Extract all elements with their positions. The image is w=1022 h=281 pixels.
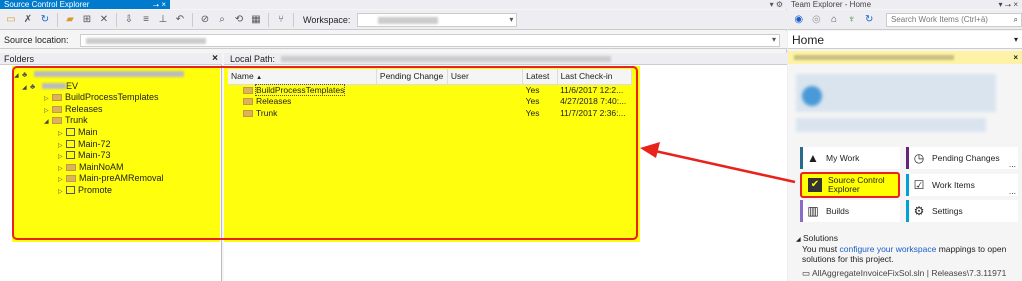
tile-label: Settings (932, 206, 963, 216)
sce-toolbar: ▭ ✗ ↻ ▰ ⊞ ✕ ⇩ ≡ ⊥ ↶ ⊘ ⌕ ⟲ ▦ ⑂ Workspace:… (0, 10, 787, 30)
workspace-label: Workspace: (303, 14, 351, 25)
local-path-label: Local Path: (230, 53, 276, 64)
info-banner: × (788, 51, 1022, 64)
more-icon[interactable]: ... (1009, 186, 1016, 196)
toolbar-separator (268, 12, 269, 27)
gear-icon: ⚙ (913, 204, 925, 218)
source-control-explorer-tab[interactable]: Source Control Explorer ⭢ × (0, 0, 170, 9)
document-tab-strip: Source Control Explorer ⭢ × ▾ ⚙ (0, 0, 787, 9)
compare-icon[interactable]: ⊘ (198, 13, 212, 27)
workspace-value-redacted (378, 16, 439, 24)
forward-icon[interactable]: ◎ (810, 13, 824, 27)
search-placeholder: Search Work Items (Ctrl+ä) (890, 14, 988, 24)
workspace-dropdown[interactable]: ▾ (357, 12, 518, 27)
refresh-icon[interactable]: ↻ (38, 13, 52, 27)
solution-icon: ▭ (802, 268, 811, 278)
tile-label: My Work (826, 153, 860, 163)
team-explorer-pane: Team Explorer - Home ▾ ⭢ × ◉ ◎ ⌂ ♆ ↻ Sea… (788, 0, 1022, 281)
pending-changes-tile[interactable]: ◷ Pending Changes ... (906, 147, 1018, 169)
tile-accent (906, 174, 909, 196)
team-explorer-title-bar: Team Explorer - Home ▾ ⭢ × (788, 0, 1022, 9)
search-work-items-input[interactable]: Search Work Items (Ctrl+ä) ⌕ (885, 12, 1022, 27)
configure-workspace-link[interactable]: configure your workspace (840, 244, 937, 254)
tile-accent (800, 147, 803, 169)
team-explorer-home-header: Home ▾ (788, 31, 1022, 49)
solutions-message: You must configure your workspace mappin… (802, 244, 1007, 264)
properties-icon[interactable]: ▦ (249, 13, 263, 27)
tile-label: Builds (826, 206, 850, 216)
undo-icon[interactable]: ↶ (173, 13, 187, 27)
workspace-section-redacted (796, 118, 986, 132)
annotate-icon[interactable]: ⟲ (232, 13, 246, 27)
window-controls-icon[interactable]: ▾ ⭢ × (998, 0, 1018, 9)
connect-icon[interactable]: ▭ (4, 13, 18, 27)
chevron-down-icon[interactable]: ▾ (1014, 35, 1018, 44)
toolbar-separator (192, 12, 193, 27)
back-icon[interactable]: ◉ (792, 13, 806, 27)
tile-accent (906, 200, 909, 222)
filter-icon[interactable]: ✗ (21, 13, 35, 27)
close-icon[interactable]: × (212, 53, 218, 64)
source-location-value-redacted (86, 38, 206, 44)
project-avatar-redacted (802, 86, 822, 106)
work-items-icon: ☑ (913, 178, 925, 192)
more-icon[interactable]: ... (1009, 159, 1016, 169)
settings-tile[interactable]: ⚙ Settings (906, 200, 1018, 222)
solution-file-label: AllAggregateInvoiceFixSol.sln | Releases… (811, 268, 1007, 278)
local-path-header: Local Path: (224, 53, 787, 65)
builds-tile[interactable]: ▥ Builds (800, 200, 900, 222)
source-location-bar: Source location: ▾ (0, 31, 787, 49)
chevron-down-icon[interactable]: ▾ (772, 35, 776, 44)
source-location-label: Source location: (4, 34, 69, 45)
tile-label: Source Control Explorer (828, 175, 885, 194)
source-location-input[interactable]: ▾ (80, 34, 780, 47)
builds-icon: ▥ (807, 204, 819, 218)
project-section-redacted (796, 74, 996, 112)
person-icon: ▲ (807, 151, 819, 165)
tile-accent (906, 147, 909, 169)
branching-icon[interactable]: ⑂ (274, 13, 288, 27)
solution-file-item[interactable]: ▭ AllAggregateInvoiceFixSol.sln | Releas… (796, 268, 1022, 278)
close-icon[interactable]: × (1013, 53, 1018, 62)
tile-label: Work Items (932, 180, 975, 190)
connect-icon[interactable]: ♆ (845, 13, 859, 27)
tile-label: Pending Changes (932, 153, 1000, 163)
get-latest-icon[interactable]: ⇩ (122, 13, 136, 27)
toolbar-separator (116, 12, 117, 27)
source-control-icon: ✔ (808, 178, 822, 192)
local-path-value-redacted (281, 55, 612, 62)
tab-title: Source Control Explorer (4, 0, 90, 9)
checkin-icon[interactable]: ≡ (139, 13, 153, 27)
team-explorer-title: Team Explorer - Home (791, 0, 872, 9)
tab-dropdown-icon[interactable]: ▾ ⚙ (770, 0, 783, 9)
home-icon[interactable]: ⌂ (827, 13, 841, 27)
toolbar-separator (57, 12, 58, 27)
shelve-icon[interactable]: ⊥ (156, 13, 170, 27)
clock-icon: ◷ (913, 151, 925, 165)
folders-header: Folders × (0, 53, 222, 65)
solutions-section: ◢ Solutions You must configure your work… (788, 232, 1022, 281)
refresh-icon[interactable]: ↻ (862, 13, 876, 27)
new-folder-icon[interactable]: ▰ (63, 13, 77, 27)
toolbar-separator (293, 12, 294, 27)
solutions-heading: ◢ Solutions (796, 233, 838, 243)
folders-label: Folders (4, 53, 35, 64)
chevron-down-icon[interactable]: ▾ (509, 15, 513, 24)
add-items-icon[interactable]: ⊞ (80, 13, 94, 27)
home-label: Home (792, 32, 825, 47)
search-icon[interactable]: ⌕ (1014, 14, 1018, 26)
team-explorer-toolbar: ◉ ◎ ⌂ ♆ ↻ Search Work Items (Ctrl+ä) ⌕ (788, 10, 1022, 30)
delete-icon[interactable]: ✕ (97, 13, 111, 27)
collapse-icon[interactable]: ◢ (796, 237, 801, 243)
tile-accent (800, 200, 803, 222)
work-items-tile[interactable]: ☑ Work Items ... (906, 174, 1018, 196)
my-work-tile[interactable]: ▲ My Work (800, 147, 900, 169)
source-control-explorer-tile[interactable]: ✔ Source Control Explorer (800, 172, 900, 198)
banner-text-redacted (794, 55, 954, 60)
view-history-icon[interactable]: ⌕ (215, 13, 229, 27)
annotation-box (12, 66, 638, 240)
tab-pin-close-icon[interactable]: ⭢ × (153, 0, 166, 9)
